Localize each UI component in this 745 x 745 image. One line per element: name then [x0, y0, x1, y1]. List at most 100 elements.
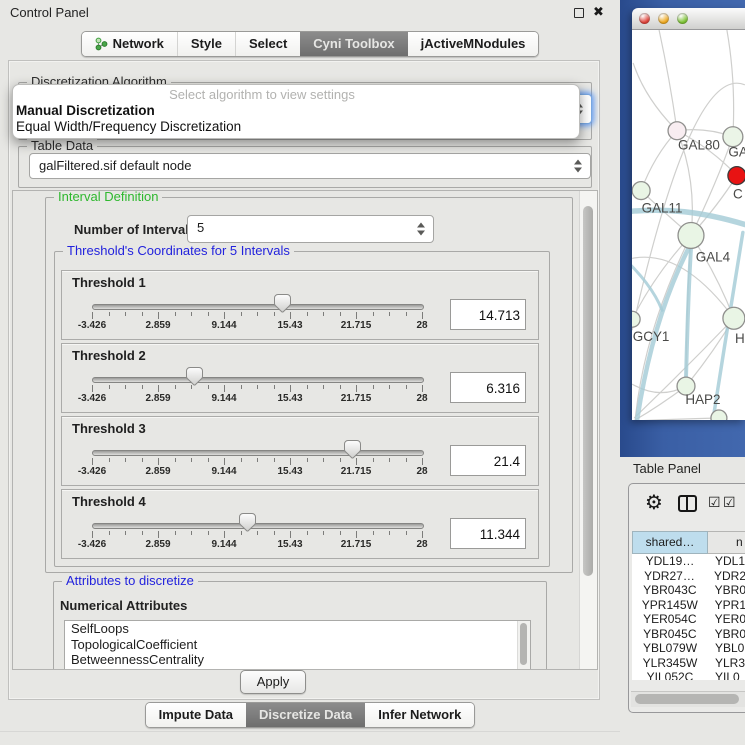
- tab-infer-network[interactable]: Infer Network: [365, 703, 474, 727]
- table-data-combobox[interactable]: galFiltered.sif default node: [29, 153, 591, 179]
- table-horizontal-scrollbar[interactable]: [631, 691, 745, 707]
- tick-label: 28: [416, 320, 427, 331]
- threshold-value-field[interactable]: 14.713: [450, 299, 526, 330]
- algorithm-option[interactable]: Equal Width/Frequency Discretization: [13, 119, 579, 135]
- slider-track[interactable]: [92, 450, 424, 456]
- network-node-label: GAL11: [642, 201, 683, 216]
- top-tab-group: NetworkStyleSelectCyni ToolboxjActiveMNo…: [81, 31, 540, 57]
- application-root: Control Panel ✖ NetworkStyleSelectCyni T…: [0, 0, 745, 745]
- slider-thumb[interactable]: [274, 294, 291, 313]
- network-icon: [95, 37, 108, 51]
- tab-style[interactable]: Style: [177, 32, 235, 56]
- checkbox-icon[interactable]: ☑: [723, 494, 736, 511]
- tick-mark: [290, 385, 291, 392]
- network-node[interactable]: [711, 410, 727, 420]
- traffic-light-zoom-icon[interactable]: [677, 13, 688, 24]
- network-window-titlebar[interactable]: [632, 8, 745, 30]
- tick-mark: [175, 458, 176, 462]
- tick-mark: [340, 385, 341, 389]
- tick-mark: [373, 312, 374, 316]
- network-view[interactable]: GAL80GALCGAL11GAL4GCY1HHAP2: [632, 30, 745, 420]
- threshold-value-field[interactable]: 11.344: [450, 518, 526, 549]
- float-window-icon[interactable]: [574, 8, 584, 18]
- table-row[interactable]: YPR145WYPR1: [632, 598, 745, 613]
- table-row[interactable]: YBR045CYBR0: [632, 627, 745, 642]
- slider-track[interactable]: [92, 377, 424, 383]
- column-header-shared-name[interactable]: shared…: [632, 531, 708, 554]
- tab-jactivemnodules[interactable]: jActiveMNodules: [408, 32, 539, 56]
- tick-mark: [356, 385, 357, 392]
- traffic-light-close-icon[interactable]: [639, 13, 650, 24]
- tick-label: -3.426: [78, 393, 106, 404]
- network-view-window[interactable]: GAL80GALCGAL11GAL4GCY1HHAP2: [632, 8, 745, 420]
- scrollbar-thumb[interactable]: [635, 694, 739, 704]
- control-panel-titlebar: Control Panel: [0, 0, 630, 26]
- tick-mark: [208, 385, 209, 389]
- number-of-intervals-spinner[interactable]: 5: [187, 215, 434, 243]
- attribute-list-item[interactable]: TopologicalCoefficient: [65, 637, 530, 653]
- slider-thumb[interactable]: [239, 513, 256, 532]
- apply-button[interactable]: Apply: [240, 670, 306, 694]
- tick-label: 28: [416, 539, 427, 550]
- attribute-list-item[interactable]: SelfLoops: [65, 621, 530, 637]
- network-node[interactable]: [678, 223, 704, 249]
- tick-mark: [389, 531, 390, 535]
- control-panel-title: Control Panel: [10, 5, 89, 20]
- tick-mark: [142, 458, 143, 462]
- slider-track[interactable]: [92, 523, 424, 529]
- tick-mark: [307, 385, 308, 389]
- scrollbar-thumb[interactable]: [583, 206, 593, 576]
- tab-select[interactable]: Select: [235, 32, 300, 56]
- tick-mark: [290, 312, 291, 319]
- slider-track[interactable]: [92, 304, 424, 310]
- tab-cyni-toolbox[interactable]: Cyni Toolbox: [300, 32, 407, 56]
- tick-mark: [406, 531, 407, 535]
- algorithm-option[interactable]: Manual Discretization: [13, 103, 579, 119]
- traffic-light-minimize-icon[interactable]: [658, 13, 669, 24]
- scrollbar-thumb[interactable]: [520, 623, 527, 665]
- gear-icon[interactable]: ⚙: [645, 490, 663, 515]
- attribute-list-scrollbar[interactable]: [517, 621, 530, 670]
- table-row[interactable]: YDR27…YDR2: [632, 569, 745, 584]
- threshold-value-field[interactable]: 21.4: [450, 445, 526, 476]
- bottom-tab-bar: Impute DataDiscretize DataInfer Network: [0, 702, 620, 728]
- tab-discretize-data[interactable]: Discretize Data: [246, 703, 365, 727]
- slider-thumb[interactable]: [186, 367, 203, 386]
- tick-mark: [191, 531, 192, 535]
- column-header-name[interactable]: n: [708, 531, 745, 554]
- network-node[interactable]: [728, 167, 745, 185]
- table-row[interactable]: YBL079WYBL0: [632, 641, 745, 656]
- network-node[interactable]: [632, 182, 650, 200]
- settings-vertical-scrollbar[interactable]: [579, 191, 597, 669]
- close-icon[interactable]: ✖: [593, 4, 604, 20]
- tick-mark: [142, 312, 143, 316]
- network-node[interactable]: [632, 311, 640, 327]
- table-row[interactable]: YER054CYER0: [632, 612, 745, 627]
- threshold-label: Threshold 4: [72, 494, 146, 509]
- table-row[interactable]: YLR345WYLR3: [632, 656, 745, 671]
- tick-mark: [92, 458, 93, 465]
- table-row[interactable]: YIL052CYIL0: [632, 670, 745, 680]
- network-node[interactable]: [723, 307, 745, 329]
- tab-impute-data[interactable]: Impute Data: [146, 703, 246, 727]
- column-layout-icon[interactable]: [678, 495, 697, 512]
- table-data-group-title: Table Data: [27, 138, 97, 153]
- threshold-value-field[interactable]: 6.316: [450, 372, 526, 403]
- tick-mark: [224, 458, 225, 465]
- network-canvas[interactable]: GAL80GALCGAL11GAL4GCY1HHAP2: [632, 30, 745, 420]
- table-body: YDL19…YDL1YDR27…YDR2YBR043CYBR0YPR145WYP…: [632, 554, 745, 680]
- tick-mark: [92, 312, 93, 319]
- threshold-panel: Threshold 2-3.4262.8599.14415.4321.71528…: [61, 343, 539, 413]
- table-panel-title: Table Panel: [633, 461, 701, 476]
- checkbox-icon[interactable]: ☑: [708, 494, 721, 511]
- table-row[interactable]: YDL19…YDL1: [632, 554, 745, 569]
- tab-network[interactable]: Network: [82, 32, 177, 56]
- tick-mark: [175, 531, 176, 535]
- tick-mark: [356, 458, 357, 465]
- table-row[interactable]: YBR043CYBR0: [632, 583, 745, 598]
- tick-label: 21.715: [341, 539, 372, 550]
- bottom-divider: [0, 731, 620, 732]
- slider-thumb[interactable]: [344, 440, 361, 459]
- numerical-attributes-list[interactable]: SelfLoopsTopologicalCoefficientBetweenne…: [64, 620, 531, 670]
- attribute-list-item[interactable]: BetweennessCentrality: [65, 652, 530, 668]
